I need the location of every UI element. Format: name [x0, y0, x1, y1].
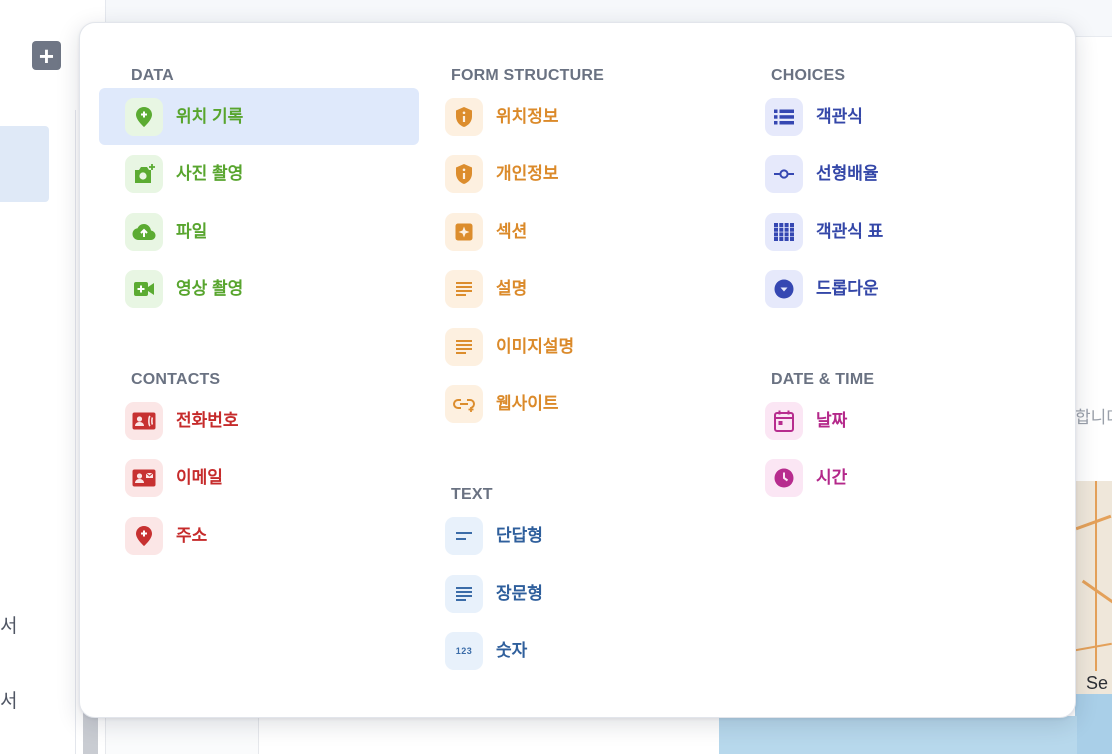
- calendar-icon: [765, 402, 803, 440]
- contact-mail-icon: [125, 459, 163, 497]
- menu-item-dropdown[interactable]: 드롭다운: [739, 260, 1059, 317]
- menu-item-label: 웹사이트: [496, 394, 559, 413]
- camera-plus-icon: [125, 155, 163, 193]
- long-text-icon: [445, 575, 483, 613]
- menu-item-label: 영상 촬영: [176, 279, 244, 298]
- section-title-text: TEXT: [451, 486, 493, 503]
- map-city-label: Se: [1086, 673, 1109, 693]
- menu-item-date[interactable]: 날짜: [739, 392, 1059, 449]
- linear-scale-icon: [765, 155, 803, 193]
- menu-item-label: 이미지설명: [496, 337, 575, 356]
- menu-item-label: 선형배율: [816, 164, 879, 183]
- short-text-icon: [445, 517, 483, 555]
- cloud-upload-icon: [125, 213, 163, 251]
- sidebar-item-label[interactable]: 서: [0, 686, 17, 713]
- sidebar-selected-row[interactable]: [0, 126, 49, 202]
- menu-item-location-record[interactable]: 위치 기록: [99, 88, 419, 145]
- add-field-menu: DATA 위치 기록 사진 촬영 파일 영상 촬영 CONTACTS 전화번호 …: [79, 22, 1076, 718]
- menu-item-label: 장문형: [496, 584, 543, 603]
- menu-item-number[interactable]: 123 숫자: [419, 622, 739, 679]
- number-123-icon: 123: [445, 632, 483, 670]
- menu-item-file[interactable]: 파일: [99, 203, 419, 260]
- sidebar-item-label[interactable]: 서: [0, 611, 17, 638]
- menu-item-label: 위치정보: [496, 107, 559, 126]
- menu-item-linear-scale[interactable]: 선형배율: [739, 145, 1059, 202]
- menu-item-label: 위치 기록: [176, 107, 244, 126]
- location-plus-icon: [125, 517, 163, 555]
- menu-item-label: 이메일: [176, 468, 223, 487]
- menu-item-label: 사진 촬영: [176, 164, 244, 183]
- menu-item-label: 섹션: [496, 222, 528, 241]
- menu-item-label: 날짜: [816, 411, 848, 430]
- shield-info-icon: [445, 98, 483, 136]
- lines-icon: [445, 328, 483, 366]
- map-water: [719, 716, 1077, 754]
- link-icon: [445, 385, 483, 423]
- menu-item-label: 숫자: [496, 641, 528, 660]
- number-123-glyph: 123: [455, 646, 473, 656]
- menu-item-label: 객관식 표: [816, 222, 884, 241]
- menu-item-image-description[interactable]: 이미지설명: [419, 318, 739, 375]
- partial-body-text: 합니다: [1075, 408, 1112, 427]
- menu-item-label: 단답형: [496, 526, 543, 545]
- menu-item-email[interactable]: 이메일: [99, 449, 419, 506]
- section-title-form-structure: FORM STRUCTURE: [451, 67, 605, 84]
- section-sparkle-icon: [445, 213, 483, 251]
- map-view[interactable]: Se: [1075, 481, 1112, 754]
- section-title-choices: CHOICES: [771, 67, 846, 84]
- menu-item-website[interactable]: 웹사이트: [419, 375, 739, 432]
- menu-item-label: 설명: [496, 279, 528, 298]
- menu-item-label: 파일: [176, 222, 208, 241]
- menu-item-label: 객관식: [816, 107, 863, 126]
- menu-item-record-video[interactable]: 영상 촬영: [99, 260, 419, 317]
- menu-item-label: 개인정보: [496, 164, 559, 183]
- clock-icon: [765, 459, 803, 497]
- add-field-button[interactable]: +: [32, 41, 61, 70]
- menu-item-description[interactable]: 설명: [419, 260, 739, 317]
- video-plus-icon: [125, 270, 163, 308]
- menu-item-address[interactable]: 주소: [99, 507, 419, 564]
- menu-item-label: 전화번호: [176, 411, 239, 430]
- section-title-date-time: DATE & TIME: [771, 371, 875, 388]
- menu-item-short-answer[interactable]: 단답형: [419, 507, 739, 564]
- contact-phone-icon: [125, 402, 163, 440]
- list-icon: [765, 98, 803, 136]
- menu-item-label: 드롭다운: [816, 279, 879, 298]
- menu-item-section[interactable]: 섹션: [419, 203, 739, 260]
- shield-info-icon: [445, 155, 483, 193]
- section-title-contacts: CONTACTS: [131, 371, 221, 388]
- location-plus-icon: [125, 98, 163, 136]
- menu-item-personal-info[interactable]: 개인정보: [419, 145, 739, 202]
- menu-item-take-photo[interactable]: 사진 촬영: [99, 145, 419, 202]
- sidebar-divider: [75, 110, 76, 754]
- plus-icon: +: [38, 40, 55, 71]
- menu-item-label: 주소: [176, 526, 208, 545]
- menu-item-multiple-choice-grid[interactable]: 객관식 표: [739, 203, 1059, 260]
- grid-icon: [765, 213, 803, 251]
- menu-item-long-answer[interactable]: 장문형: [419, 565, 739, 622]
- lines-icon: [445, 270, 483, 308]
- menu-item-multiple-choice[interactable]: 객관식: [739, 88, 1059, 145]
- menu-item-time[interactable]: 시간: [739, 449, 1059, 506]
- menu-item-phone[interactable]: 전화번호: [99, 392, 419, 449]
- dropdown-circle-icon: [765, 270, 803, 308]
- menu-item-label: 시간: [816, 468, 848, 487]
- menu-item-location-info[interactable]: 위치정보: [419, 88, 739, 145]
- section-title-data: DATA: [131, 67, 174, 84]
